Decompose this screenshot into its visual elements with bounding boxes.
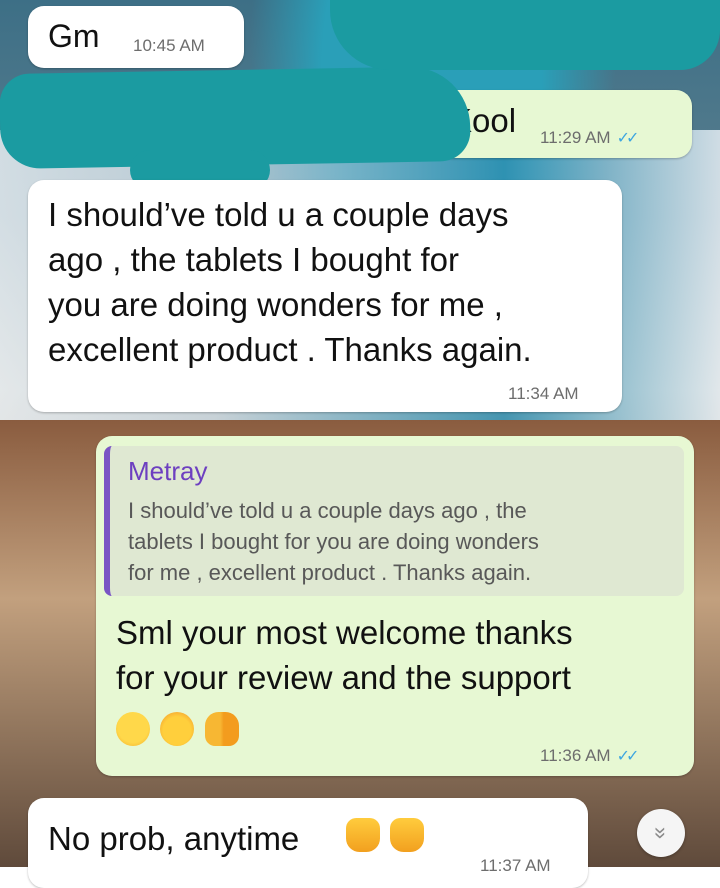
party-face-emoji: [160, 712, 195, 746]
message-line: excellent product . Thanks again.: [48, 331, 532, 368]
double-chevron-down-icon: »: [649, 826, 674, 840]
quote-author: Metray: [128, 456, 208, 486]
emoji-row: [116, 712, 245, 746]
message-time: 11:29 AM ✓✓: [540, 128, 640, 147]
message-text: Sml your most welcome thanks for your re…: [116, 610, 573, 700]
message-bubble-outgoing[interactable]: Kool 11:29 AM ✓✓: [436, 90, 692, 158]
message-time: 10:45 AM: [133, 36, 205, 55]
read-ticks-icon: ✓✓: [616, 748, 640, 765]
quote-line: for me , excellent product . Thanks agai…: [128, 560, 532, 585]
read-ticks-icon: ✓✓: [616, 130, 640, 147]
thumbs-up-emoji: [346, 818, 380, 852]
quote-line: tablets I bought for you are doing wonde…: [128, 529, 539, 554]
message-bubble-incoming[interactable]: I should’ve told u a couple days ago , t…: [28, 180, 622, 412]
emoji-row: [346, 818, 430, 852]
message-line: for your review and the support: [116, 659, 571, 696]
message-text: No prob, anytime: [48, 820, 300, 857]
message-text: Gm: [48, 18, 100, 54]
message-time: 11:37 AM: [480, 856, 551, 875]
message-line: Sml your most welcome thanks: [116, 614, 573, 651]
message-text: I should’ve told u a couple days ago , t…: [48, 192, 532, 372]
raised-hands-emoji: [204, 712, 239, 746]
quote-line: I should’ve told u a couple days ago , t…: [128, 498, 527, 523]
quoted-reply[interactable]: Metray I should’ve told u a couple days …: [104, 446, 684, 596]
quote-text: I should’ve told u a couple days ago , t…: [128, 495, 684, 588]
redaction-mark: [330, 0, 720, 70]
message-time: 11:34 AM: [508, 384, 579, 403]
smiling-face-emoji: [116, 712, 150, 746]
message-line: ago , the tablets I bought for: [48, 241, 459, 278]
message-time: 11:36 AM ✓✓: [540, 746, 640, 765]
message-line: I should’ve told u a couple days: [48, 196, 509, 233]
scroll-to-bottom-button[interactable]: »: [637, 809, 685, 857]
thumbs-up-emoji: [390, 818, 425, 852]
message-bubble-incoming[interactable]: No prob, anytime 11:37 AM: [28, 798, 588, 888]
message-line: you are doing wonders for me ,: [48, 286, 503, 323]
message-bubble-incoming[interactable]: Gm 10:45 AM: [28, 6, 244, 68]
